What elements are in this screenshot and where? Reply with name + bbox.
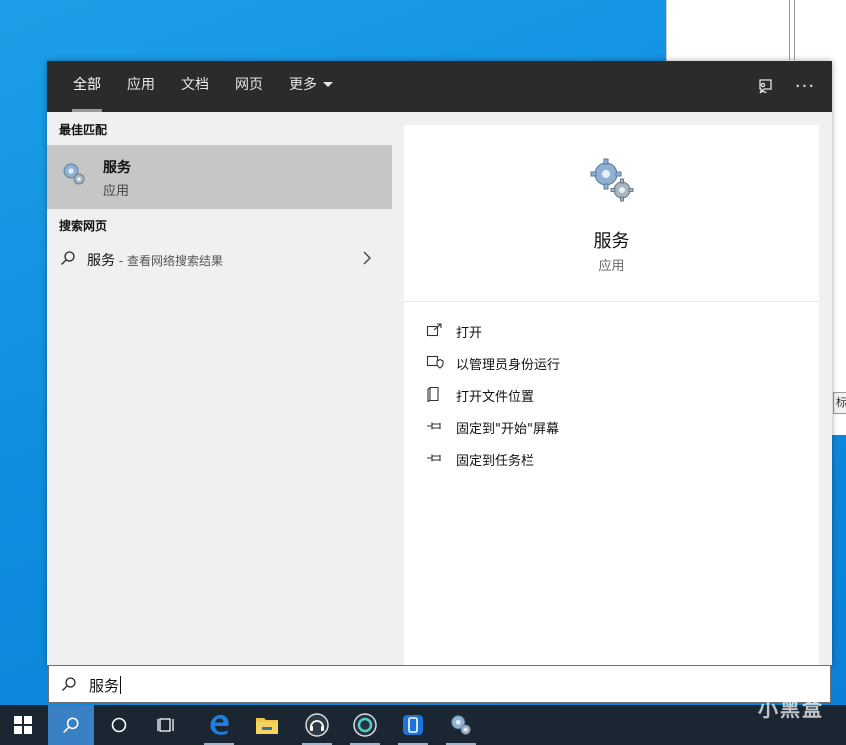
open-icon: [426, 322, 444, 338]
chevron-down-icon: [323, 82, 333, 87]
results-list: 最佳匹配 服务 应用 搜索网页 服务 - 查看网络搜索结果: [47, 112, 392, 665]
best-match-name: 服务: [103, 160, 131, 176]
tab-all[interactable]: 全部: [63, 61, 111, 112]
phone-app-icon: [403, 715, 423, 735]
more-options-icon[interactable]: ···: [790, 72, 820, 102]
action-run-as-admin[interactable]: 以管理员身份运行: [426, 351, 786, 383]
action-pin-to-start[interactable]: 固定到"开始"屏幕: [426, 415, 786, 447]
web-result-term: 服务: [87, 253, 115, 269]
services-gear-icon: [451, 715, 471, 735]
watermark: 小黑盒: [758, 697, 824, 721]
taskbar-edge[interactable]: [196, 705, 242, 745]
cortana-button[interactable]: [96, 705, 142, 745]
search-icon: [60, 250, 76, 270]
task-view-icon: [157, 718, 174, 732]
search-tab-bar: 全部 应用 文档 网页 更多 ···: [47, 61, 832, 112]
start-button[interactable]: [0, 705, 46, 745]
search-input-value: 服务: [89, 677, 120, 695]
best-match-type: 应用: [103, 184, 130, 199]
file-location-icon: [426, 386, 444, 403]
taskbar-file-explorer[interactable]: [244, 705, 290, 745]
edge-tab[interactable]: 标: [833, 392, 846, 414]
services-gear-icon: [61, 161, 87, 191]
chevron-right-icon[interactable]: [362, 250, 372, 270]
action-list: 打开 以管理员身份运行 打开文件位置 固定到"开始"屏幕 固定到任务栏: [426, 319, 786, 479]
search-icon: [63, 717, 79, 733]
text-cursor: [120, 676, 122, 694]
action-open[interactable]: 打开: [426, 319, 786, 351]
detail-pane: 服务 应用 打开 以管理员身份运行 打开文件位置 固定到"开始"屏幕 固定到任务…: [404, 125, 819, 665]
best-match-title: 最佳匹配: [59, 123, 108, 137]
edge-browser-icon: [210, 715, 229, 735]
headset-app-icon: [305, 713, 329, 737]
best-match-result[interactable]: 服务 应用: [47, 145, 392, 209]
web-search-result[interactable]: 服务 - 查看网络搜索结果: [47, 244, 392, 274]
taskbar-app-headset[interactable]: [294, 705, 340, 745]
feedback-icon[interactable]: [750, 72, 780, 102]
taskbar-app-ring[interactable]: [342, 705, 388, 745]
window-divider: [789, 0, 795, 60]
admin-shield-icon: [426, 354, 444, 370]
pin-icon: [426, 450, 444, 466]
taskbar: [0, 705, 846, 745]
services-gear-icon: [589, 157, 635, 207]
folder-icon: [256, 718, 278, 734]
task-view-button[interactable]: [144, 705, 190, 745]
detail-app-type: 应用: [598, 259, 625, 274]
search-icon: [61, 676, 77, 696]
taskbar-your-phone[interactable]: [390, 705, 436, 745]
ring-app-icon: [353, 713, 377, 737]
windows-logo-icon: [14, 716, 32, 734]
taskbar-services[interactable]: [438, 705, 484, 745]
tab-apps[interactable]: 应用: [117, 61, 165, 112]
search-input[interactable]: 服务: [48, 665, 831, 703]
detail-app-name: 服务: [593, 231, 630, 252]
tab-more[interactable]: 更多: [279, 61, 343, 112]
web-search-title: 搜索网页: [59, 219, 108, 233]
web-result-suffix: - 查看网络搜索结果: [115, 254, 223, 268]
tab-web[interactable]: 网页: [225, 61, 273, 112]
taskbar-search-button[interactable]: [48, 705, 94, 745]
pin-icon: [426, 418, 444, 434]
start-search-panel: 全部 应用 文档 网页 更多 ··· 最佳匹配 服务 应用 搜索网页 服务 - …: [47, 61, 832, 665]
action-open-file-location[interactable]: 打开文件位置: [426, 383, 786, 415]
tab-documents[interactable]: 文档: [171, 61, 219, 112]
cortana-icon: [111, 717, 127, 733]
action-pin-to-taskbar[interactable]: 固定到任务栏: [426, 447, 786, 479]
